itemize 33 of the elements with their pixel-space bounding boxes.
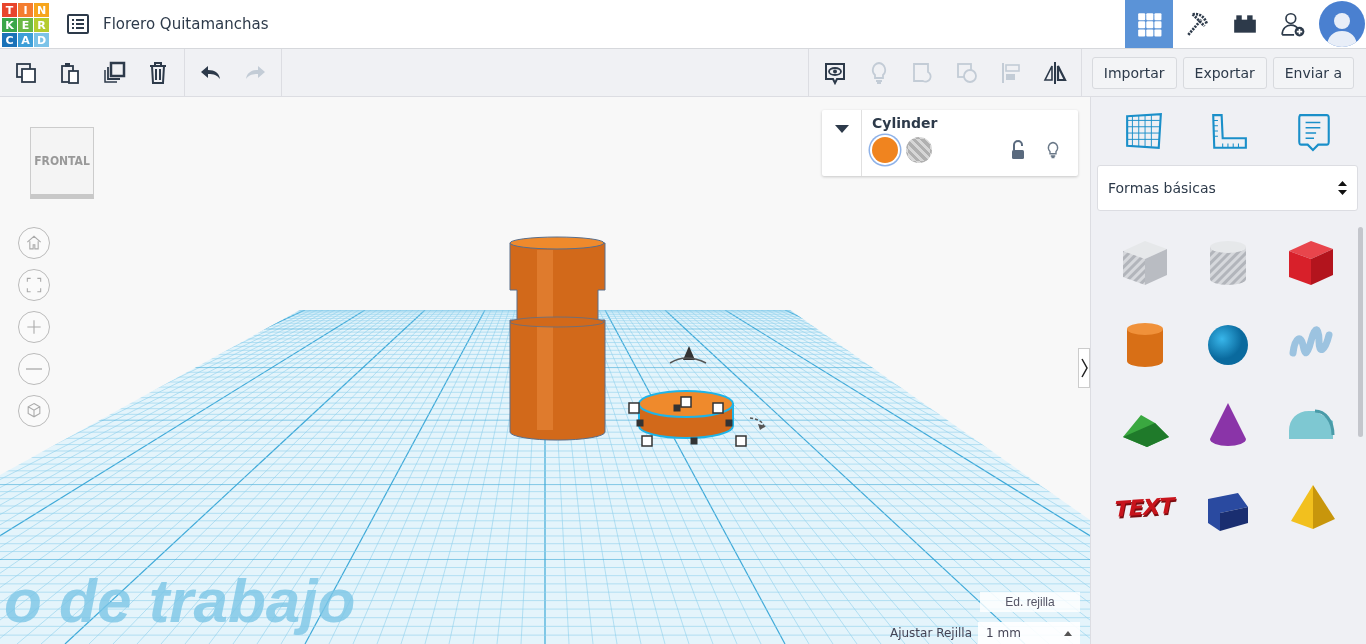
add-user-icon — [1280, 11, 1306, 37]
logo[interactable]: T I N K E R C A D — [2, 3, 49, 47]
action-button[interactable]: Exportar — [1182, 56, 1267, 89]
avatar[interactable] — [1319, 1, 1365, 47]
paste-icon — [58, 60, 82, 85]
copy-icon — [14, 60, 38, 85]
up-down-arrows-icon — [1338, 180, 1347, 196]
panel-toggle-button[interactable] — [1078, 348, 1090, 388]
mirror-icon — [1042, 60, 1067, 85]
action-button[interactable]: Importar — [1091, 56, 1177, 89]
design-title[interactable]: Florero Quitamanchas — [103, 15, 1125, 33]
caret-icon[interactable] — [834, 125, 849, 133]
shape-category-dropdown[interactable]: Formas básicas — [1097, 165, 1358, 211]
vase-drawing[interactable] — [509, 236, 606, 441]
action-button[interactable]: Enviar a — [1272, 56, 1354, 89]
shape-name: Cylinder — [872, 115, 939, 131]
grid-icon — [1136, 11, 1162, 37]
ungroup-icon — [954, 60, 979, 85]
unlocked-padlock-icon[interactable] — [1010, 140, 1026, 160]
list-icon[interactable] — [67, 14, 89, 34]
fit-icon — [24, 275, 44, 295]
selected-cylinder-drawing[interactable] — [628, 346, 766, 447]
chevron-right-icon — [1080, 358, 1088, 378]
duplicate-icon — [102, 60, 126, 85]
notes-icon — [822, 60, 847, 85]
snap-grid-label: Ajustar Rejilla — [889, 626, 972, 640]
snap-grid-dropdown[interactable]: 1 mm — [978, 622, 1080, 644]
hole-color-button[interactable] — [906, 137, 932, 163]
caret-up-icon — [1064, 630, 1072, 636]
solid-color-button[interactable] — [872, 137, 898, 163]
zoom-in-icon — [24, 317, 44, 337]
workplane-icon — [1123, 112, 1164, 152]
edit-grid-button[interactable]: Ed. rejilla — [980, 592, 1080, 612]
